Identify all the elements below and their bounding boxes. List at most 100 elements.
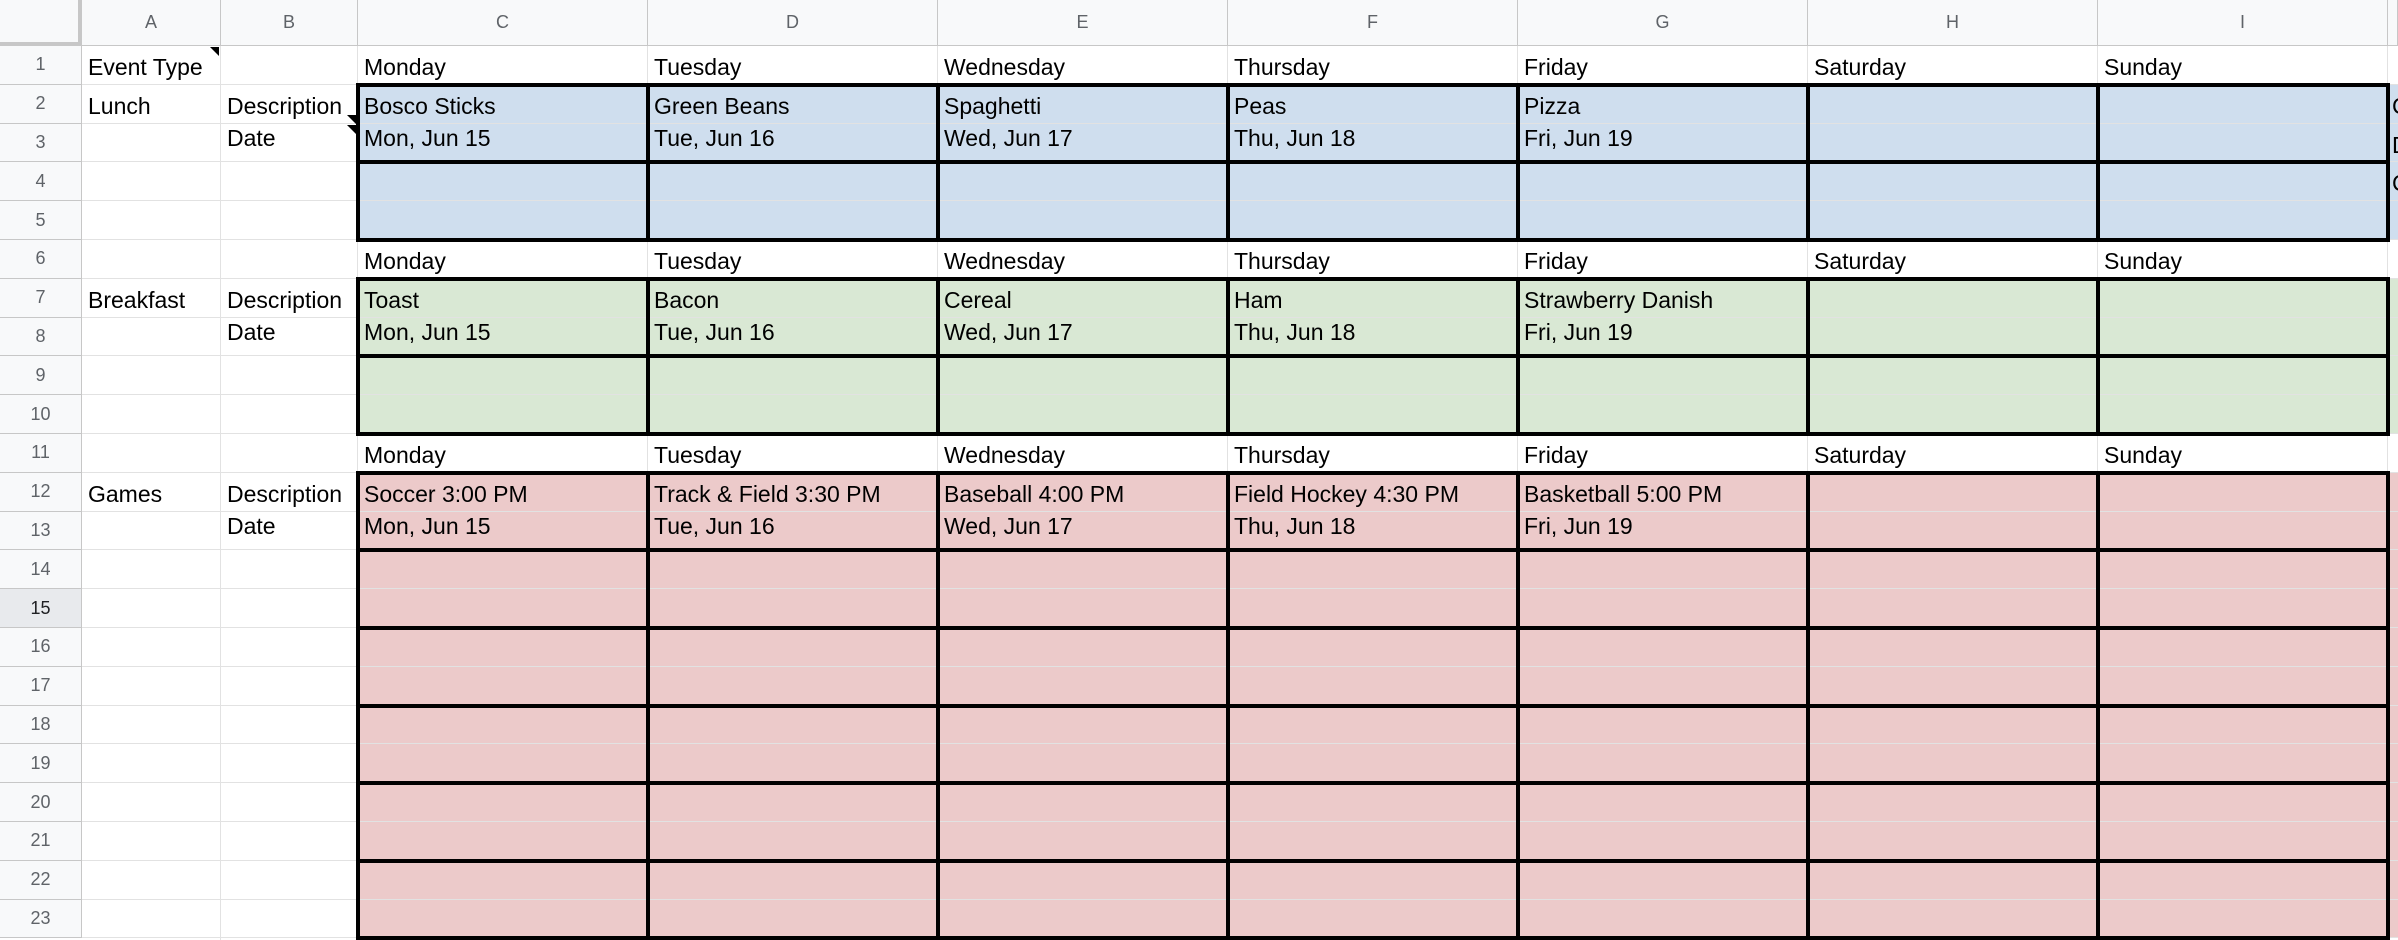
row-header-19[interactable]: 19 [0, 744, 82, 784]
row-header-1[interactable]: 1 [0, 46, 82, 85]
row-header-14[interactable]: 14 [0, 550, 82, 590]
event-description-cell[interactable]: Track & Field 3:30 PM [654, 479, 936, 514]
day-header-thursday[interactable]: Thursday [1234, 246, 1516, 281]
row-header-12[interactable]: 12 [0, 472, 82, 512]
description-label[interactable]: Description [227, 285, 356, 320]
column-header-b[interactable]: B [221, 0, 358, 46]
event-description-cell[interactable]: Bosco Sticks [364, 91, 646, 126]
row-header-13[interactable]: 13 [0, 511, 82, 551]
day-header-sunday[interactable]: Sunday [2104, 246, 2386, 281]
row-gridline [82, 394, 2398, 396]
row-header-2[interactable]: 2 [0, 84, 82, 124]
column-header-c[interactable]: C [358, 0, 648, 46]
event-description-cell[interactable]: Soccer 3:00 PM [364, 479, 646, 514]
day-header-saturday[interactable]: Saturday [1814, 246, 2096, 281]
select-all-corner[interactable] [0, 0, 82, 46]
row-header-7[interactable]: 7 [0, 278, 82, 318]
row-header-17[interactable]: 17 [0, 666, 82, 706]
event-type-breakfast[interactable]: Breakfast [88, 285, 219, 320]
event-date-cell[interactable]: Mon, Jun 15 [364, 125, 646, 160]
row-header-9[interactable]: 9 [0, 356, 82, 396]
event-date-cell[interactable]: Thu, Jun 18 [1234, 513, 1516, 548]
event-description-cell[interactable]: Ham [1234, 285, 1516, 320]
day-header-friday[interactable]: Friday [1524, 52, 1806, 87]
date-label[interactable]: Date [227, 319, 356, 354]
event-description-cell[interactable]: Basketball 5:00 PM [1524, 479, 1806, 514]
day-header-thursday[interactable]: Thursday [1234, 440, 1516, 475]
row-header-4[interactable]: 4 [0, 162, 82, 202]
row-header-15[interactable]: 15 [0, 589, 82, 628]
day-header-tuesday[interactable]: Tuesday [654, 246, 936, 281]
event-date-cell[interactable]: Thu, Jun 18 [1234, 125, 1516, 160]
event-date-cell[interactable]: Fri, Jun 19 [1524, 513, 1806, 548]
row-header-23[interactable]: 23 [0, 899, 82, 939]
row-header-6[interactable]: 6 [0, 240, 82, 279]
event-type-lunch[interactable]: Lunch [88, 91, 219, 126]
event-date-cell[interactable]: Thu, Jun 18 [1234, 319, 1516, 354]
column-header-f[interactable]: F [1228, 0, 1518, 46]
day-header-monday[interactable]: Monday [364, 246, 646, 281]
event-type-games[interactable]: Games [88, 479, 219, 514]
event-description-cell[interactable]: Field Hockey 4:30 PM [1234, 479, 1516, 514]
event-date-cell[interactable]: Mon, Jun 15 [364, 319, 646, 354]
event-description-cell[interactable]: Peas [1234, 91, 1516, 126]
event-date-cell[interactable]: Fri, Jun 19 [1524, 319, 1806, 354]
day-header-friday[interactable]: Friday [1524, 440, 1806, 475]
description-label[interactable]: Description [227, 91, 356, 126]
event-date-cell[interactable]: Fri, Jun 19 [1524, 125, 1806, 160]
event-description-cell[interactable]: Green Beans [654, 91, 936, 126]
day-header-saturday[interactable]: Saturday [1814, 52, 2096, 87]
row-header-5[interactable]: 5 [0, 201, 82, 240]
block-border [936, 82, 940, 242]
row-header-10[interactable]: 10 [0, 395, 82, 434]
event-date-cell[interactable]: Wed, Jun 17 [944, 319, 1226, 354]
column-header-g[interactable]: G [1518, 0, 1808, 46]
column-header-a[interactable]: A [82, 0, 221, 46]
event-description-cell[interactable]: Spaghetti [944, 91, 1226, 126]
event-date-cell[interactable]: Wed, Jun 17 [944, 513, 1226, 548]
column-header-d[interactable]: D [648, 0, 938, 46]
event-date-cell[interactable]: Wed, Jun 17 [944, 125, 1226, 160]
day-header-monday[interactable]: Monday [364, 52, 646, 87]
day-header-wednesday[interactable]: Wednesday [944, 246, 1226, 281]
date-label[interactable]: Date [227, 513, 356, 548]
row-header-21[interactable]: 21 [0, 822, 82, 861]
day-header-wednesday[interactable]: Wednesday [944, 440, 1226, 475]
event-description-cell[interactable]: Bacon [654, 285, 936, 320]
event-description-cell[interactable]: Strawberry Danish [1524, 285, 1806, 320]
day-header-saturday[interactable]: Saturday [1814, 440, 2096, 475]
day-header-sunday[interactable]: Sunday [2104, 52, 2386, 87]
event-date-cell[interactable]: Tue, Jun 16 [654, 319, 936, 354]
row-header-22[interactable]: 22 [0, 860, 82, 900]
column-header-i[interactable]: I [2098, 0, 2388, 46]
event-description-cell[interactable]: Baseball 4:00 PM [944, 479, 1226, 514]
day-header-tuesday[interactable]: Tuesday [654, 52, 936, 87]
event-description-cell[interactable]: Toast [364, 285, 646, 320]
row-header-8[interactable]: 8 [0, 317, 82, 357]
event-date-cell[interactable]: Mon, Jun 15 [364, 513, 646, 548]
event-date-cell[interactable]: Tue, Jun 16 [654, 513, 936, 548]
event-description-cell[interactable]: Cereal [944, 285, 1226, 320]
row-gridline [82, 588, 2398, 590]
row-header-18[interactable]: 18 [0, 705, 82, 745]
row-header-16[interactable]: 16 [0, 628, 82, 667]
day-header-sunday[interactable]: Sunday [2104, 440, 2386, 475]
column-header-e[interactable]: E [938, 0, 1228, 46]
block-border [356, 276, 360, 436]
day-header-tuesday[interactable]: Tuesday [654, 440, 936, 475]
day-header-friday[interactable]: Friday [1524, 246, 1806, 281]
day-header-wednesday[interactable]: Wednesday [944, 52, 1226, 87]
row-header-3[interactable]: 3 [0, 123, 82, 163]
spreadsheet-grid[interactable]: A B C D E F G H I 1 2 3 4 5 6 7 8 9 10 11 12 13 14 15 16 17 18 19 20… [0, 0, 2398, 940]
event-date-cell[interactable]: Tue, Jun 16 [654, 125, 936, 160]
event-description-cell[interactable]: Pizza [1524, 91, 1806, 126]
day-header-monday[interactable]: Monday [364, 440, 646, 475]
row-header-20[interactable]: 20 [0, 783, 82, 822]
column-header-h[interactable]: H [1808, 0, 2098, 46]
event-type-header[interactable]: Event Type [88, 52, 219, 87]
row-header-11[interactable]: 11 [0, 434, 82, 473]
column-header-j[interactable] [2388, 0, 2398, 46]
date-label[interactable]: Date [227, 125, 356, 160]
day-header-thursday[interactable]: Thursday [1234, 52, 1516, 87]
description-label[interactable]: Description [227, 479, 356, 514]
